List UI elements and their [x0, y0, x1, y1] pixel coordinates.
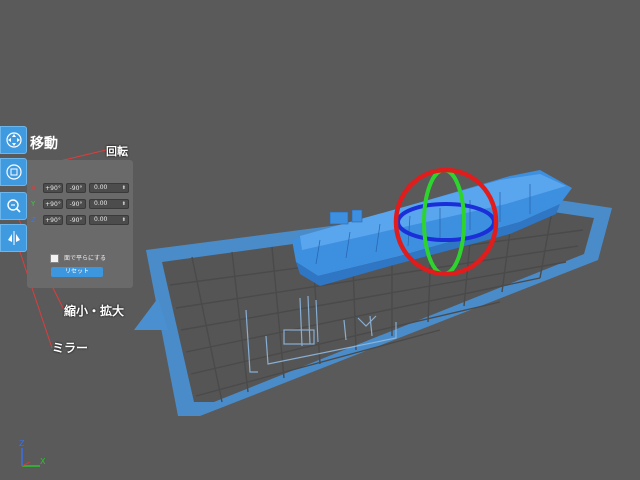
y-minus-button[interactable]: -90°: [66, 199, 86, 209]
reset-button[interactable]: リセット: [51, 267, 103, 277]
z-value: 0.00: [94, 216, 108, 223]
x-value-input[interactable]: 0.00 ⬍: [89, 183, 129, 193]
x-value: 0.00: [94, 184, 108, 191]
z-minus-button[interactable]: -90°: [66, 215, 86, 225]
callout-move: 移動: [30, 136, 58, 152]
x-plus-button[interactable]: +90°: [43, 183, 63, 193]
spinner-icon[interactable]: ⬍: [122, 200, 126, 208]
callout-scale: 縮小・拡大: [64, 304, 125, 318]
z-plus-button[interactable]: +90°: [43, 215, 63, 225]
y-value: 0.00: [94, 200, 108, 207]
axis-gizmo: Z X: [19, 439, 46, 467]
axis-x-label: X: [40, 457, 46, 466]
move-icon: [5, 132, 22, 148]
lay-flat-label: 面で平らにする: [64, 255, 107, 262]
spinner-icon[interactable]: ⬍: [122, 184, 126, 192]
y-value-input[interactable]: 0.00 ⬍: [89, 199, 129, 209]
x-minus-button[interactable]: -90°: [66, 183, 86, 193]
spinner-icon[interactable]: ⬍: [122, 216, 126, 224]
axis-row-z: Z +90° -90° 0.00 ⬍: [27, 214, 133, 226]
scale-button[interactable]: [0, 192, 27, 220]
callout-rotate: 回転: [106, 145, 128, 158]
axis-label-y: Y: [31, 200, 36, 208]
callout-mirror: ミラー: [52, 341, 89, 355]
mirror-button[interactable]: [0, 224, 27, 252]
axis-row-y: Y +90° -90° 0.00 ⬍: [27, 198, 133, 210]
move-button[interactable]: [0, 126, 27, 154]
y-plus-button[interactable]: +90°: [43, 199, 63, 209]
axis-label-z: Z: [31, 216, 36, 224]
axis-row-x: X +90° -90° 0.00 ⬍: [27, 182, 133, 194]
axis-label-x: X: [31, 184, 36, 192]
zoom-icon: [6, 199, 21, 213]
mirror-icon: [7, 231, 20, 245]
rotate-icon: [5, 164, 22, 180]
lay-flat-checkbox[interactable]: [50, 254, 59, 263]
axis-z-label: Z: [19, 439, 25, 448]
rotate-button[interactable]: [0, 158, 27, 186]
z-value-input[interactable]: 0.00 ⬍: [89, 215, 129, 225]
